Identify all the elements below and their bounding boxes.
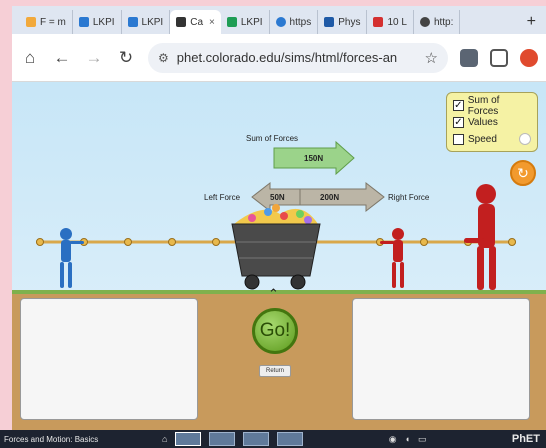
tab-favicon (419, 17, 430, 27)
screen-thumbnail-acceleration[interactable] (277, 432, 304, 446)
values-checkbox[interactable]: ✓ Values (453, 114, 531, 131)
phet-logo[interactable]: PhET (512, 433, 542, 445)
left-force-label: Left Force (204, 193, 241, 202)
speedometer-icon (519, 133, 531, 145)
tab-label: LKPI (141, 16, 164, 28)
camera-icon[interactable]: ◉ (389, 434, 397, 445)
blue-puller-toolbox (20, 298, 198, 420)
tab-strip: F = m LKPI LKPI Ca × LKPI https Phys 10 L… (12, 6, 546, 34)
tab-favicon (78, 17, 89, 27)
red-puller-small-on-rope (380, 228, 404, 288)
tab-7[interactable]: Phys (318, 10, 368, 34)
translate-icon[interactable] (460, 48, 478, 67)
forward-arrow-icon[interactable]: → (84, 48, 104, 68)
url-text[interactable]: phet.colorado.edu/sims/html/forces-an (177, 50, 417, 65)
home-screen-icon[interactable]: ⌂ (162, 434, 167, 444)
sound-icon[interactable]: ◖ (405, 434, 410, 444)
right-force-value: 200N (320, 193, 340, 202)
home-icon[interactable]: ⌂ (20, 48, 40, 68)
tab-label: LKPI (240, 16, 263, 28)
tab-favicon (176, 17, 187, 27)
screen-thumbnail-net-force[interactable] (175, 432, 202, 446)
checkbox-checked-icon: ✓ (453, 117, 464, 128)
tab-search-icon[interactable] (490, 48, 508, 67)
cart[interactable] (231, 204, 321, 290)
display-options-panel: ✓ Sum of Forces ✓ Values Speed (446, 92, 538, 152)
red-puller-toolbox (352, 298, 530, 420)
reset-icon: ↻ (517, 165, 529, 181)
sum-force-value: 150N (304, 154, 324, 163)
browser-toolbar: ⌂ ← → ↻ ⚙ phet.colorado.edu/sims/html/fo… (12, 34, 546, 82)
red-puller-large-on-rope (464, 184, 496, 290)
screen-thumbnail-friction[interactable] (243, 432, 270, 446)
tab-label: http: (433, 16, 454, 28)
tab-label: F = m (40, 16, 66, 28)
screen-thumbnail-motion[interactable] (209, 432, 236, 446)
sim-title: Forces and Motion: Basics (4, 434, 99, 444)
tab-label: LKPI (92, 16, 115, 28)
tab-favicon (373, 17, 384, 27)
tab-favicon (275, 17, 286, 27)
tab-6[interactable]: https (270, 10, 319, 34)
site-settings-icon[interactable]: ⚙ (158, 51, 169, 65)
cart-caret-icon: ⌃ (268, 286, 279, 301)
blue-puller-on-rope (60, 228, 84, 288)
address-bar[interactable]: ⚙ phet.colorado.edu/sims/html/forces-an … (148, 42, 448, 73)
screenshot-frame: F = m LKPI LKPI Ca × LKPI https Phys 10 L… (0, 0, 546, 448)
tab-4-active[interactable]: Ca × (170, 10, 221, 34)
tab-label: 10 L (387, 16, 407, 28)
keyboard-icon[interactable]: ▭ (418, 434, 427, 445)
go-button[interactable]: Go! (252, 308, 298, 354)
left-force-value: 50N (270, 193, 285, 202)
new-tab-button[interactable]: + (527, 10, 536, 34)
sum-of-forces-label: Sum of Forces (246, 134, 299, 143)
profile-icon[interactable] (520, 48, 538, 67)
tab-5[interactable]: LKPI (221, 10, 270, 34)
tab-favicon (26, 17, 36, 27)
tab-9[interactable]: http: (414, 10, 461, 34)
sim-navigation-bar: Forces and Motion: Basics ⌂ ◉ ◖ ▭ PhET (0, 430, 546, 448)
tab-1[interactable]: F = m (20, 10, 73, 34)
tab-label: Ca (190, 16, 204, 28)
return-button[interactable]: Return (259, 365, 291, 377)
phet-simulation: Sum of Forces 150N Left Force 50N 200N R… (12, 82, 546, 430)
checkbox-label: Sum of Forces (467, 94, 500, 117)
tab-favicon (127, 17, 138, 27)
right-force-arrow (299, 181, 385, 213)
tab-8[interactable]: 10 L (367, 10, 414, 34)
back-arrow-icon[interactable]: ← (52, 48, 72, 68)
reset-all-button[interactable]: ↻ (510, 160, 536, 186)
checkbox-label: Values (468, 117, 498, 128)
right-force-label: Right Force (388, 193, 430, 202)
checkbox-unchecked-icon (453, 134, 464, 145)
checkbox-label: Speed (468, 134, 497, 145)
tab-2[interactable]: LKPI (73, 10, 122, 34)
reload-icon[interactable]: ↻ (116, 48, 136, 68)
close-tab-icon[interactable]: × (209, 17, 215, 28)
tab-label: Phys (338, 16, 361, 28)
tab-favicon (324, 17, 335, 27)
checkbox-checked-icon: ✓ (453, 100, 464, 111)
tab-label: https (289, 16, 312, 28)
sum-of-forces-checkbox[interactable]: ✓ Sum of Forces (453, 94, 531, 117)
tab-3[interactable]: LKPI (122, 10, 171, 34)
bookmark-star-icon[interactable]: ☆ (425, 49, 438, 67)
tab-favicon (226, 17, 237, 27)
